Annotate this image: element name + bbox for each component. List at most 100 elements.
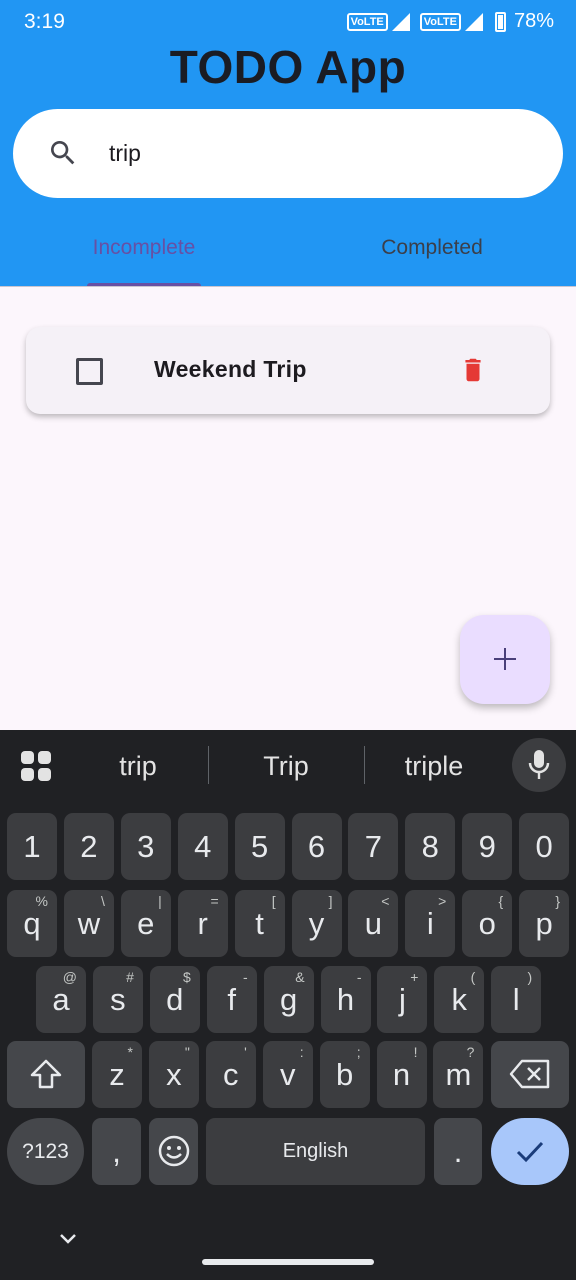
key-s[interactable]: s # bbox=[92, 966, 143, 1033]
key-label: g bbox=[279, 982, 298, 1017]
key-label: 5 bbox=[250, 829, 269, 864]
key-l[interactable]: l) bbox=[491, 966, 542, 1033]
apps-grid-icon[interactable] bbox=[20, 750, 52, 782]
key-hint: < bbox=[381, 893, 390, 909]
suggestion-3[interactable]: triple bbox=[366, 746, 502, 786]
key-2[interactable]: 2 bbox=[63, 813, 114, 880]
key-label: d bbox=[166, 982, 184, 1017]
key-label: p bbox=[535, 906, 553, 941]
battery-percent: 78% bbox=[513, 10, 554, 32]
key-label: English bbox=[282, 1140, 349, 1162]
signal-icon bbox=[391, 12, 410, 31]
search-input[interactable] bbox=[109, 135, 529, 171]
key-label: i bbox=[426, 906, 434, 941]
key-5[interactable]: 5 bbox=[234, 813, 285, 880]
key-label: y bbox=[308, 906, 325, 941]
key-hint: ' bbox=[244, 1044, 247, 1060]
enter-key[interactable] bbox=[491, 1118, 569, 1185]
key-n[interactable]: n! bbox=[376, 1041, 427, 1108]
suggestion-divider bbox=[208, 746, 209, 784]
key-hint: # bbox=[126, 969, 134, 985]
app-header: 3:19 VoLTE VoLTE 78% TODO App Incomplete… bbox=[0, 0, 576, 287]
key-label: r bbox=[197, 906, 208, 941]
key-label: 0 bbox=[535, 829, 553, 864]
key-p[interactable]: p} bbox=[519, 890, 570, 957]
symbols-key[interactable]: ?123 bbox=[7, 1118, 84, 1185]
key-i[interactable]: i > bbox=[405, 890, 456, 957]
key-6[interactable]: 6 bbox=[291, 813, 342, 880]
status-time: 3:19 bbox=[24, 10, 65, 33]
key-t[interactable]: t[ bbox=[234, 890, 285, 957]
task-card[interactable]: Weekend Trip bbox=[26, 327, 550, 414]
key-b[interactable]: b; bbox=[319, 1041, 370, 1108]
key-e[interactable]: e | bbox=[120, 890, 171, 957]
key-g[interactable]: g & bbox=[263, 966, 314, 1033]
key-label: f bbox=[227, 982, 236, 1017]
key-y[interactable]: y] bbox=[291, 890, 342, 957]
mic-button[interactable] bbox=[512, 738, 566, 792]
search-bar bbox=[13, 109, 563, 198]
key-1[interactable]: 1 bbox=[7, 813, 57, 880]
shift-key[interactable] bbox=[7, 1041, 85, 1108]
key-u[interactable]: u < bbox=[348, 890, 399, 957]
key-label: 6 bbox=[307, 829, 326, 864]
emoji-key[interactable] bbox=[149, 1118, 198, 1185]
key-0[interactable]: 0 bbox=[519, 813, 570, 880]
key-label: 1 bbox=[23, 829, 41, 864]
key-label: x bbox=[166, 1057, 182, 1092]
key-label: l bbox=[512, 982, 520, 1017]
key-label: a bbox=[52, 982, 70, 1017]
key-hint: : bbox=[299, 1044, 304, 1060]
key-7[interactable]: 7 bbox=[348, 813, 399, 880]
key-a[interactable]: a @ bbox=[36, 966, 86, 1033]
key-label: . bbox=[453, 1134, 463, 1169]
key-c[interactable]: c ' bbox=[205, 1041, 256, 1108]
key-m[interactable]: m? bbox=[433, 1041, 484, 1108]
key-3[interactable]: 3 bbox=[120, 813, 171, 880]
backspace-key[interactable] bbox=[491, 1041, 569, 1108]
delete-icon[interactable] bbox=[460, 355, 486, 385]
divider bbox=[0, 286, 576, 287]
period-key[interactable]: . bbox=[434, 1118, 482, 1185]
task-checkbox[interactable] bbox=[76, 358, 103, 385]
comma-key[interactable]: , bbox=[92, 1118, 141, 1185]
key-label: n bbox=[392, 1057, 411, 1092]
key-9[interactable]: 9 bbox=[462, 813, 513, 880]
key-q[interactable]: q% bbox=[7, 890, 57, 957]
key-label: 4 bbox=[194, 829, 212, 864]
backspace-icon bbox=[509, 1059, 550, 1089]
battery-icon bbox=[494, 11, 506, 32]
key-hint: % bbox=[35, 893, 48, 909]
key-k[interactable]: k( bbox=[434, 966, 485, 1033]
key-d[interactable]: d $ bbox=[149, 966, 200, 1033]
key-hint: \ bbox=[101, 893, 105, 909]
search-icon bbox=[51, 141, 75, 165]
key-x[interactable]: x " bbox=[148, 1041, 199, 1108]
space-key[interactable]: English bbox=[206, 1118, 425, 1185]
key-v[interactable]: v: bbox=[262, 1041, 313, 1108]
tab-incomplete[interactable]: Incomplete bbox=[0, 222, 288, 287]
status-icons: VoLTE VoLTE 78% bbox=[345, 10, 554, 33]
key-r[interactable]: r = bbox=[177, 890, 228, 957]
key-hint: [ bbox=[271, 893, 276, 909]
key-j[interactable]: j + bbox=[377, 966, 428, 1033]
key-label: m bbox=[445, 1057, 472, 1092]
key-hint: | bbox=[158, 893, 162, 909]
key-8[interactable]: 8 bbox=[405, 813, 456, 880]
key-hint: & bbox=[295, 969, 305, 985]
key-f[interactable]: f- bbox=[206, 966, 257, 1033]
suggestion-2[interactable]: Trip bbox=[212, 746, 360, 786]
suggestion-1[interactable]: trip bbox=[68, 746, 208, 786]
key-z[interactable]: z * bbox=[92, 1041, 142, 1108]
key-label: b bbox=[335, 1057, 354, 1092]
key-o[interactable]: o{ bbox=[462, 890, 513, 957]
key-w[interactable]: w \ bbox=[63, 890, 114, 957]
key-4[interactable]: 4 bbox=[177, 813, 228, 880]
chevron-down-icon[interactable] bbox=[58, 1232, 78, 1246]
key-label: z bbox=[109, 1057, 125, 1092]
key-h[interactable]: h- bbox=[320, 966, 371, 1033]
key-hint: + bbox=[410, 969, 419, 985]
gesture-nav-handle[interactable] bbox=[202, 1259, 374, 1265]
tab-completed[interactable]: Completed bbox=[288, 222, 576, 287]
add-task-button[interactable] bbox=[460, 615, 550, 704]
